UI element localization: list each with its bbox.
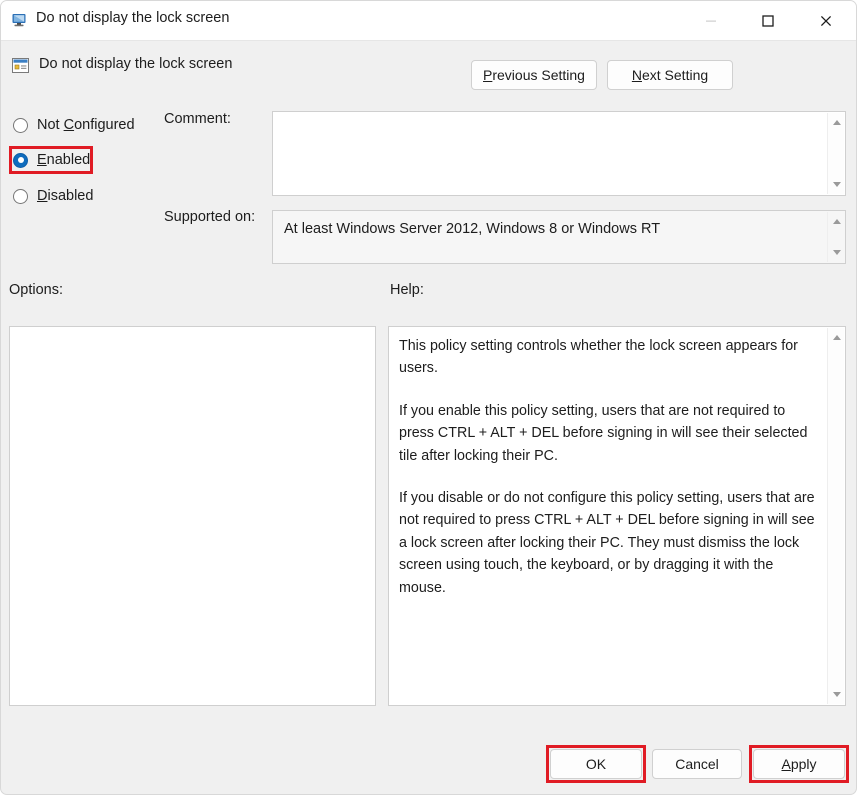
next-setting-accel: N xyxy=(631,67,642,83)
radio-not-configured-label: Not Configured xyxy=(37,117,135,133)
minimize-button[interactable] xyxy=(687,1,734,40)
radio-disabled-mark xyxy=(13,188,28,204)
computer-monitor-icon xyxy=(11,11,29,29)
scroll-up-icon[interactable] xyxy=(828,115,845,130)
scroll-up-icon[interactable] xyxy=(828,214,845,229)
radio-enabled[interactable]: Enabled xyxy=(13,149,90,171)
help-paragraph: If you enable this policy setting, users… xyxy=(399,402,808,464)
scroll-down-icon[interactable] xyxy=(828,245,845,260)
maximize-icon xyxy=(761,14,774,27)
close-button[interactable] xyxy=(802,1,849,40)
next-setting-label: ext Setting xyxy=(641,67,709,83)
help-scrollbar[interactable] xyxy=(827,328,844,704)
previous-setting-button[interactable]: Previous Setting xyxy=(471,60,597,90)
radio-disabled[interactable]: Disabled xyxy=(13,185,93,207)
apply-button-label: pply xyxy=(790,756,817,772)
supported-on-label: Supported on: xyxy=(164,209,256,225)
comment-label: Comment: xyxy=(164,111,231,127)
help-label: Help: xyxy=(390,282,424,298)
minimize-icon xyxy=(705,20,716,22)
comment-scrollbar[interactable] xyxy=(827,113,844,194)
supported-on-field: At least Windows Server 2012, Windows 8 … xyxy=(272,210,846,264)
group-policy-setting-icon xyxy=(11,56,31,76)
supported-on-value: At least Windows Server 2012, Windows 8 … xyxy=(284,221,661,237)
help-panel: This policy setting controls whether the… xyxy=(388,326,846,706)
next-setting-button[interactable]: Next Setting xyxy=(607,60,733,90)
previous-setting-label: revious Setting xyxy=(492,67,585,83)
ok-button[interactable]: OK xyxy=(550,749,642,779)
policy-setting-dialog: Do not display the lock screen Do not di xyxy=(0,0,857,795)
title-bar: Do not display the lock screen xyxy=(1,1,856,41)
scroll-down-icon[interactable] xyxy=(828,177,845,192)
scroll-down-icon[interactable] xyxy=(828,687,845,702)
policy-name-label: Do not display the lock screen xyxy=(39,56,233,72)
scroll-up-icon[interactable] xyxy=(828,330,845,345)
maximize-button[interactable] xyxy=(744,1,791,40)
radio-not-configured[interactable]: Not Configured xyxy=(13,114,135,136)
help-paragraph: This policy setting controls whether the… xyxy=(399,338,798,377)
apply-button[interactable]: Apply xyxy=(753,749,845,779)
apply-button-accel: A xyxy=(781,756,791,772)
cancel-button[interactable]: Cancel xyxy=(652,749,742,779)
options-panel[interactable] xyxy=(9,326,376,706)
help-paragraph: If you disable or do not configure this … xyxy=(399,490,815,596)
radio-not-configured-mark xyxy=(13,117,28,133)
radio-enabled-label: Enabled xyxy=(37,152,91,168)
cancel-button-label: Cancel xyxy=(675,756,719,772)
previous-setting-accel: P xyxy=(483,67,493,83)
options-label: Options: xyxy=(9,282,63,298)
radio-enabled-mark xyxy=(13,152,28,168)
radio-disabled-label: Disabled xyxy=(37,188,94,204)
help-text: This policy setting controls whether the… xyxy=(399,335,820,599)
window-title: Do not display the lock screen xyxy=(36,10,230,26)
comment-input[interactable] xyxy=(272,111,846,196)
ok-button-label: OK xyxy=(585,756,607,772)
close-icon xyxy=(820,15,831,26)
supported-on-scrollbar[interactable] xyxy=(827,212,844,262)
